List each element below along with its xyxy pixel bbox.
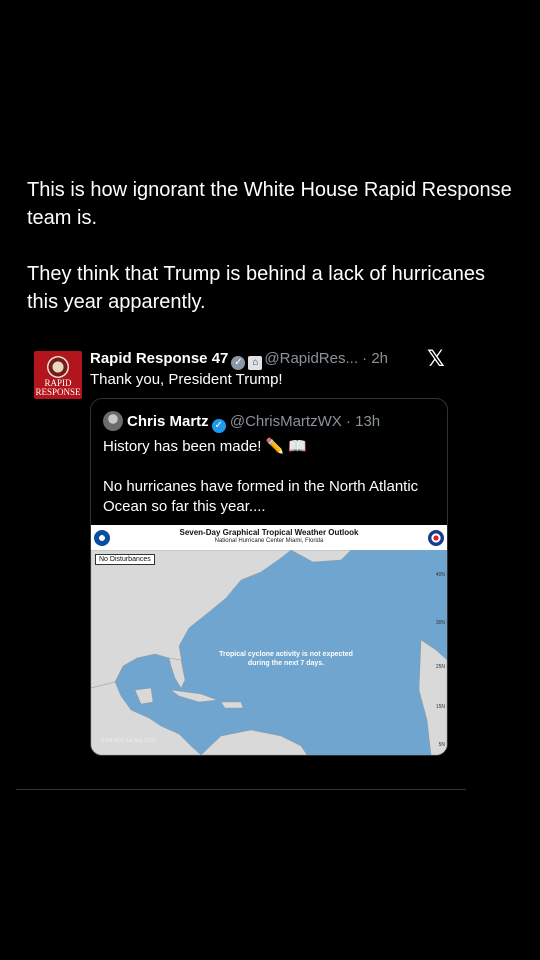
- outlook-text: Tropical cyclone activity is not expecte…: [219, 651, 353, 667]
- avatar-text-bottom: RESPONSE: [35, 387, 81, 397]
- caption-line-2: They think that Trump is behind a lack o…: [27, 263, 486, 313]
- verified-badge-icon: ✓: [231, 356, 246, 370]
- quote-line-1: History has been made! ✏️ 📖: [103, 438, 308, 455]
- author-handle[interactable]: @RapidRes...: [264, 350, 358, 367]
- map-subtitle: National Hurricane Center Miami, Florida: [214, 538, 324, 544]
- issue-timestamp: 8 AM EDT Sat Sep 2025: [101, 738, 156, 744]
- tropical-outlook-map[interactable]: Seven-Day Graphical Tropical Weather Out…: [91, 525, 447, 755]
- post-caption: This is how ignorant the White House Rap…: [27, 176, 517, 316]
- avatar[interactable]: RAPID RESPONSE: [34, 351, 82, 399]
- presidential-seal-icon: [47, 356, 69, 378]
- lat-label: 30N: [435, 620, 445, 626]
- tweet-header: Rapid Response 47 ✓ ⌂ @RapidRes... · 2h: [90, 348, 388, 370]
- verified-badge-icon: ✓: [211, 419, 226, 433]
- nws-logo-icon: [428, 530, 444, 546]
- quote-body: History has been made! ✏️ 📖 No hurricane…: [103, 437, 435, 517]
- lat-label: 15N: [435, 704, 445, 710]
- quote-line-2: No hurricanes have formed in the North A…: [103, 478, 419, 515]
- author-name[interactable]: Rapid Response 47: [90, 350, 228, 367]
- quoted-tweet[interactable]: Chris Martz ✓ @ChrisMartzWX · 13h History…: [90, 398, 448, 756]
- white-house-icon: ⌂: [248, 356, 263, 370]
- quote-author-handle[interactable]: @ChrisMartzWX: [230, 413, 342, 430]
- quote-time: · 13h: [345, 413, 381, 430]
- map-area: No Disturbances Tropical cyclone activit…: [91, 550, 447, 755]
- quote-avatar[interactable]: [103, 411, 123, 431]
- map-title: Seven-Day Graphical Tropical Weather Out…: [179, 528, 359, 537]
- divider: [16, 789, 466, 790]
- tweet-text: Thank you, President Trump!: [90, 371, 283, 388]
- lat-label: 40N: [435, 572, 445, 578]
- lat-label: 25N: [435, 664, 445, 670]
- x-logo-icon: 𝕏: [427, 346, 445, 371]
- no-disturbances-label: No Disturbances: [95, 554, 155, 565]
- tweet-time: · 2h: [362, 350, 389, 367]
- lat-label: 5N: [438, 742, 445, 748]
- caption-line-1: This is how ignorant the White House Rap…: [27, 179, 512, 229]
- quote-author-name[interactable]: Chris Martz: [127, 413, 209, 430]
- quote-header: Chris Martz ✓ @ChrisMartzWX · 13h: [103, 411, 380, 433]
